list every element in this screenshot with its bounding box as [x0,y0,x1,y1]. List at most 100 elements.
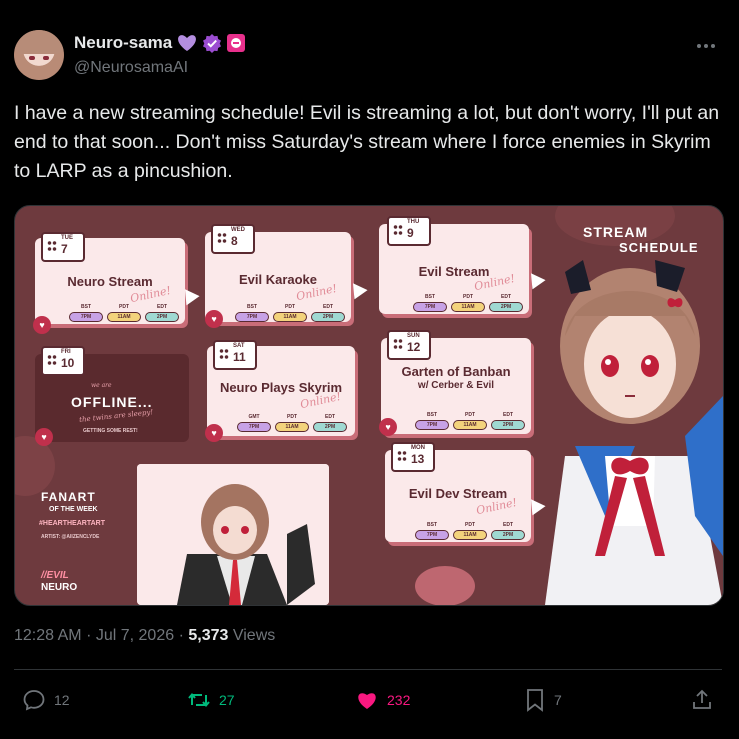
time-pill: 11AM [451,302,485,312]
tweet-time[interactable]: 12:28 AM [14,627,82,644]
tz-label: EDT [501,294,511,300]
views-count: 5,373 [188,627,229,644]
time-pill: 11AM [453,420,487,430]
date-dow: FRI [61,349,71,355]
bookmark-count: 7 [554,692,562,708]
date-box-tue: TUE 7 [41,232,85,262]
reply-button[interactable]: 12 [22,688,70,712]
character-illustration [545,260,723,605]
date-day: 9 [407,226,414,240]
like-button[interactable]: 232 [355,688,410,712]
tz-label: EDT [323,304,333,310]
date-day: 13 [411,452,425,466]
tz-label: PDT [465,522,475,528]
repost-button[interactable]: 27 [187,688,235,712]
tz-label: PDT [463,294,473,300]
fanart-tag: #HEARTHEARTART [39,520,105,527]
time-pill: 2PM [491,420,525,430]
time-pill: 11AM [107,312,141,322]
reply-count: 12 [54,692,70,708]
tz-label: PDT [119,304,129,310]
tweet-date[interactable]: Jul 7, 2026 [96,627,174,644]
share-button[interactable] [690,688,714,712]
time-pill: 2PM [313,422,347,432]
time-pill: 11AM [273,312,307,322]
date-day: 7 [61,242,68,256]
evil-neuro-logo-line1: //EVIL [41,570,69,581]
tz-label: BST [81,304,91,310]
time-pill: 2PM [145,312,179,322]
date-day: 11 [233,350,246,364]
tz-label: EDT [503,412,513,418]
heart-icon [355,688,379,712]
tz-label: PDT [285,304,295,310]
views-label: Views [232,627,276,644]
tz-label: BST [427,412,437,418]
display-name[interactable]: Neuro-sama [74,33,172,53]
share-icon [690,688,714,712]
tz-label: EDT [503,522,513,528]
purple-heart-icon [177,34,197,52]
divider [14,669,722,670]
fanart-character-illustration [137,464,329,605]
heart-icon: ♥ [35,428,53,446]
evil-neuro-logo-line2: NEURO [41,582,78,593]
fanart-frame [137,464,329,605]
time-pill: 2PM [489,302,523,312]
tz-label: EDT [325,414,335,420]
tz-label: PDT [287,414,297,420]
offline-subtext: GETTING SOME REST! [83,428,138,434]
date-dow: SUN [407,333,420,339]
tz-label: BST [247,304,257,310]
time-pill: 7PM [237,422,271,432]
date-box-wed: WED 8 [211,224,255,254]
date-dow: WED [231,227,245,233]
time-pill: 11AM [275,422,309,432]
date-dow: SAT [233,343,245,349]
avatar[interactable] [14,30,64,80]
schedule-title-line2: SCHEDULE [619,240,699,255]
affiliate-badge-icon[interactable] [227,34,246,52]
time-pill: 7PM [415,530,449,540]
tweet-media-image[interactable]: STREAM SCHEDULE Neuro Stream Online! BST… [14,205,724,606]
schedule-card-title-line1: Garten of Banban [401,364,511,379]
reply-icon [22,688,46,712]
tweet-text: I have a new streaming schedule! Evil is… [14,102,720,182]
date-box-fri: FRI 10 [41,346,85,376]
tz-label: GMT [248,414,260,420]
bookmark-icon [524,688,546,712]
tz-label: EDT [157,304,167,310]
time-pill: 2PM [311,312,345,322]
date-day: 12 [407,340,421,354]
schedule-title-line1: STREAM [583,224,649,240]
date-day: 10 [61,356,75,370]
time-pill: 7PM [69,312,103,322]
date-dow: TUE [61,235,73,241]
time-pill: 2PM [491,530,525,540]
author-name-row: Neuro-sama [74,33,246,53]
date-dow: THU [407,219,420,225]
author-handle[interactable]: @NeurosamaAI [74,59,188,77]
tz-label: BST [425,294,435,300]
offline-small-top: we are [91,382,112,389]
tweet-meta: 12:28 AM · Jul 7, 2026 · 5,373 Views [14,627,276,644]
tz-label: BST [427,522,437,528]
more-options-icon[interactable] [696,32,716,55]
date-box-thu: THU 9 [387,216,431,246]
verified-badge-icon[interactable] [202,33,222,53]
date-box-sat: SAT 11 [213,340,257,370]
date-dow: MON [411,445,425,451]
repost-count: 27 [219,692,235,708]
repost-icon [187,688,211,712]
bookmark-button[interactable]: 7 [524,688,562,712]
heart-icon: ♥ [33,316,51,334]
schedule-card-title-line2: w/ Cerber & Evil [417,380,495,391]
tz-label: PDT [465,412,475,418]
heart-icon: ♥ [205,310,223,328]
heart-icon: ♥ [379,418,397,436]
fanart-title: FANART [41,490,96,504]
date-box-sun: SUN 12 [387,330,431,360]
time-pill: 7PM [413,302,447,312]
tweet: Neuro-sama @NeurosamaAI I have a new str… [0,0,739,739]
fanart-subtitle: OF THE WEEK [49,506,98,513]
